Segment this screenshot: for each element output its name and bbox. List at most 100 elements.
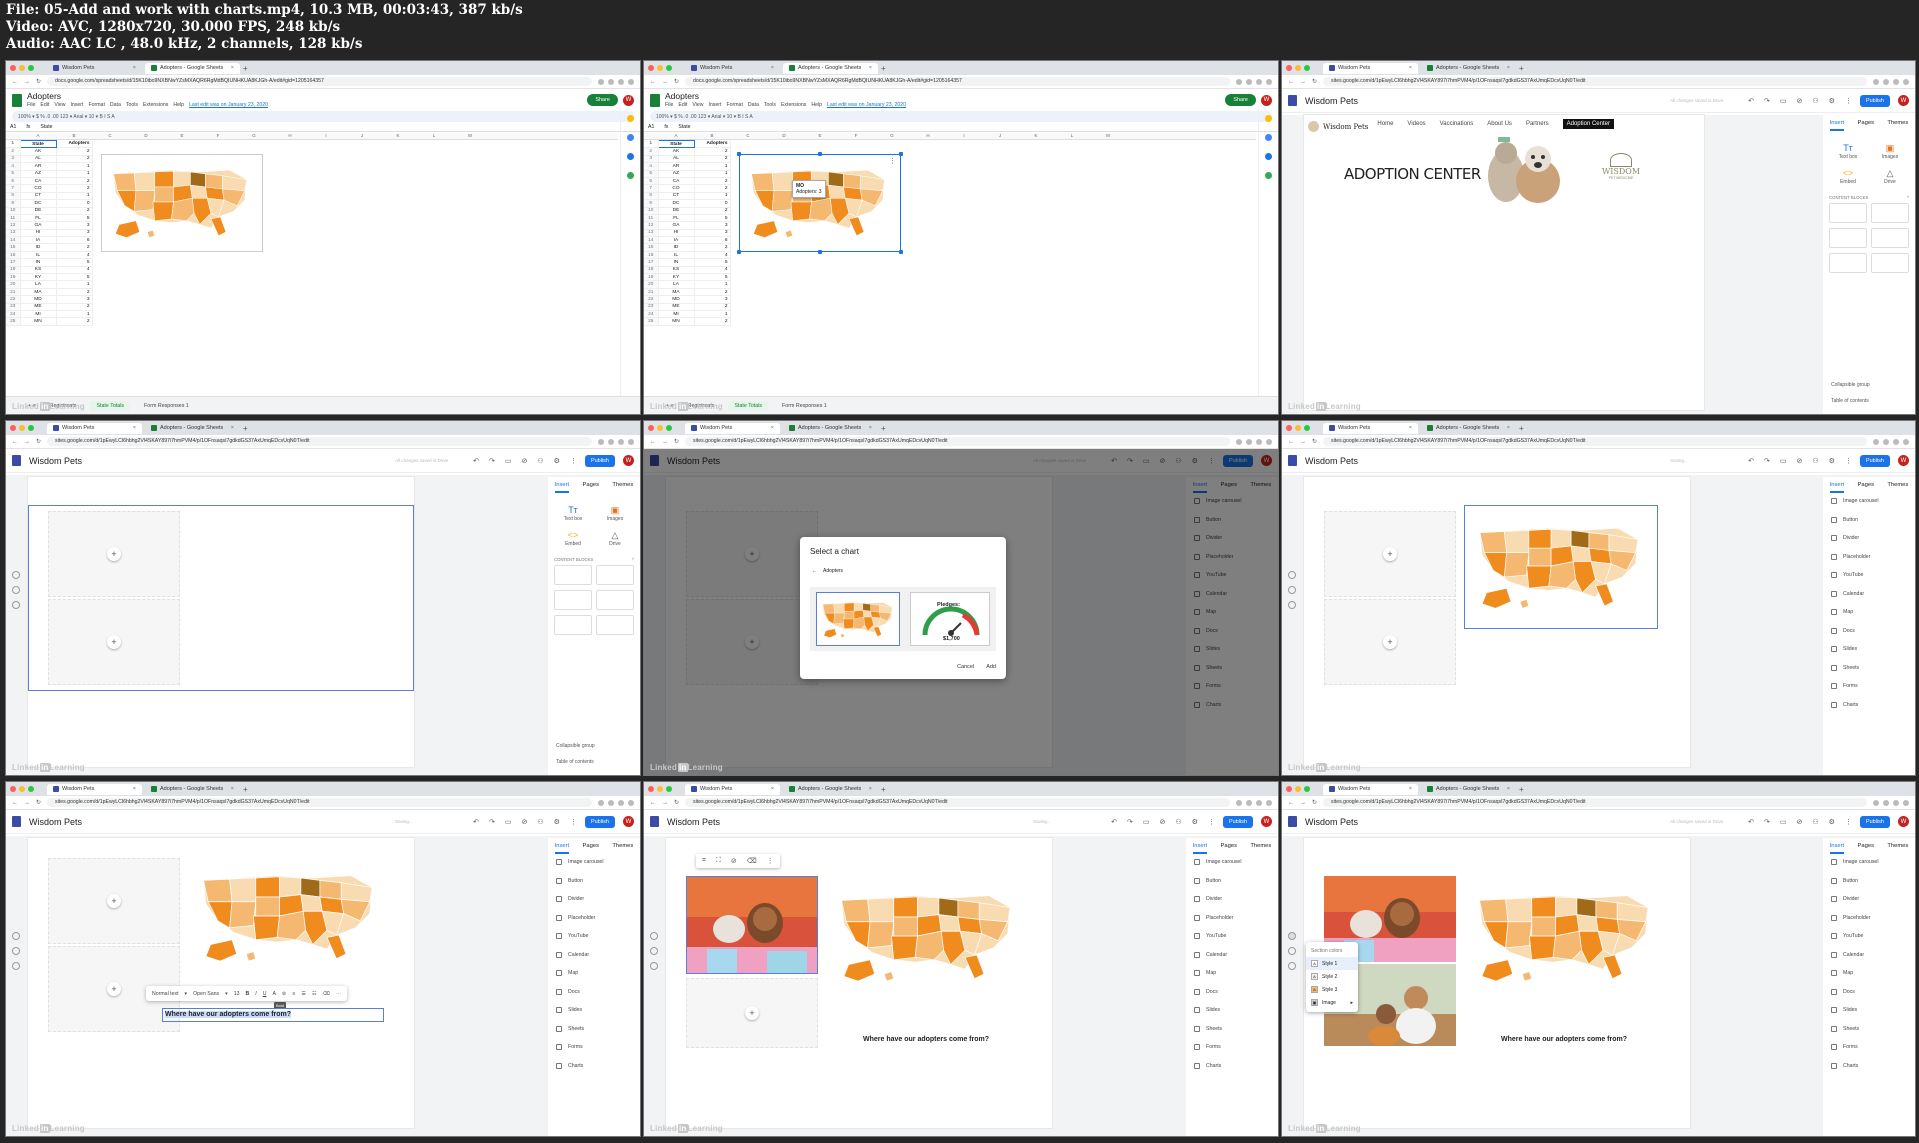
preview-icon[interactable]: ▭ <box>505 457 512 465</box>
sheets-toolbar[interactable]: 100% ▾ $ % .0 .00 123 ▾ Arial ▾ 10 ▾ B I… <box>12 111 634 122</box>
delete-section-icon[interactable] <box>1288 601 1296 609</box>
state-cell[interactable]: AL <box>20 155 57 164</box>
redo-icon[interactable]: ↷ <box>1764 97 1770 105</box>
link-icon[interactable]: ⊘ <box>522 457 528 465</box>
insert-item-docs[interactable]: Docs <box>556 988 632 995</box>
state-cell[interactable]: IA <box>20 236 57 245</box>
redo-icon[interactable]: ↷ <box>1764 818 1770 826</box>
chart-caption[interactable]: Where have our adopters come from? <box>1474 1036 1654 1043</box>
adopters-cell[interactable]: 2 <box>56 303 93 312</box>
site-name[interactable]: Wisdom Pets <box>667 817 720 827</box>
window-controls[interactable] <box>648 786 672 792</box>
window-controls[interactable] <box>648 65 672 71</box>
link-icon[interactable]: ⊘ <box>1797 818 1803 826</box>
settings-icon[interactable]: ⚙ <box>1829 818 1835 826</box>
browser-tab-site[interactable]: Wisdom Pets × <box>47 63 142 74</box>
tab-pages[interactable]: Pages <box>1858 482 1874 493</box>
publish-button[interactable]: Publish <box>1859 815 1890 828</box>
adopters-cell[interactable]: 2 <box>694 147 731 156</box>
font-select[interactable]: Open Sans <box>193 991 219 997</box>
adopters-cell[interactable]: 5 <box>694 258 731 267</box>
column-header[interactable]: H <box>910 133 946 139</box>
undo-icon[interactable]: ↶ <box>1111 818 1117 826</box>
column-header[interactable]: A <box>658 133 694 139</box>
page-canvas[interactable]: Wisdom Pets Home Videos Vaccinations About … <box>1304 115 1704 410</box>
delete-section-icon[interactable] <box>1288 962 1296 970</box>
preview-icon[interactable]: ▭ <box>1143 818 1150 826</box>
placeholder-bottom[interactable]: + <box>686 978 818 1048</box>
page-canvas[interactable]: + + <box>28 477 414 767</box>
resize-handle[interactable] <box>899 152 903 156</box>
tab-pages[interactable]: Pages <box>583 843 599 854</box>
drive-button[interactable]: △ Drive <box>1871 168 1909 185</box>
new-tab-icon[interactable]: + <box>881 64 886 73</box>
forward-icon[interactable]: → <box>24 79 30 85</box>
window-controls[interactable] <box>1286 425 1310 431</box>
insert-item-docs[interactable]: Docs <box>1831 627 1907 634</box>
header-cell-state[interactable]: State <box>657 139 695 149</box>
column-header[interactable]: A <box>20 133 56 139</box>
insert-item-divider[interactable]: Divider <box>556 896 632 902</box>
page-title[interactable]: ADOPTION CENTER <box>1344 165 1481 183</box>
chart-caption[interactable]: Where have our adopters come from? <box>836 1036 1016 1043</box>
insert-item-image-carousel[interactable]: Image carousel <box>556 859 632 865</box>
forward-icon[interactable]: → <box>1300 439 1306 445</box>
extension-icons[interactable] <box>598 78 634 85</box>
maps-icon[interactable] <box>627 172 634 179</box>
menu-file[interactable]: File <box>27 102 35 108</box>
column-header[interactable]: L <box>416 133 452 139</box>
tab-state-totals[interactable]: State Totals <box>728 400 769 411</box>
contacts-icon[interactable] <box>1265 153 1272 160</box>
state-cell[interactable]: IL <box>20 251 57 260</box>
table-of-contents-button[interactable]: Table of contents <box>556 759 595 765</box>
insert-item-docs[interactable]: Docs <box>1194 988 1270 995</box>
preview-icon[interactable]: ▭ <box>1780 97 1787 105</box>
column-header[interactable]: B <box>56 133 92 139</box>
nav-adoption-center[interactable]: Adoption Center <box>1562 119 1614 129</box>
adopters-cell[interactable]: 2 <box>694 317 731 326</box>
link-icon[interactable]: ⊘ <box>1797 457 1803 465</box>
browser-tab-sheets[interactable]: Adopters - Google Sheets × <box>145 423 240 434</box>
insert-item-image-carousel[interactable]: Image carousel <box>1831 859 1907 865</box>
adopters-cell[interactable]: 5 <box>694 273 731 282</box>
link-icon[interactable]: ⊘ <box>1160 818 1166 826</box>
insert-item-slides[interactable]: Slides <box>1831 1007 1907 1013</box>
column-header[interactable]: J <box>982 133 1018 139</box>
forward-icon[interactable]: → <box>662 800 668 806</box>
undo-icon[interactable]: ↶ <box>1748 97 1754 105</box>
browser-tab-site[interactable]: Wisdom Pets × <box>1323 783 1418 795</box>
header-cell-adopters[interactable]: Adopters <box>56 140 93 149</box>
table-of-contents-button[interactable]: Table of contents <box>1831 398 1870 404</box>
state-cell[interactable]: DE <box>20 207 57 215</box>
window-controls[interactable] <box>648 425 672 431</box>
insert-item-image-carousel[interactable]: Image carousel <box>1194 859 1270 865</box>
tab-insert[interactable]: Insert <box>1829 843 1845 854</box>
text-color-icon[interactable]: A <box>272 991 275 997</box>
embedded-geo-chart[interactable] <box>1464 874 1664 994</box>
keep-icon[interactable] <box>627 115 634 122</box>
images-button[interactable]: ▣ Images <box>1871 143 1909 160</box>
sheet-grid[interactable]: ABCDEFGHIJKLM 1 State Adopters 2 AK 2 3 AL 2 4 AR 1… <box>644 133 1256 396</box>
extension-icons[interactable] <box>1236 78 1272 85</box>
image-option[interactable]: ▣ Image ▸ <box>1306 996 1358 1009</box>
site-name[interactable]: Wisdom Pets <box>29 817 82 827</box>
url-field[interactable]: sites.google.com/d/1pEwyLCl6hbhg2Vl4SKAY… <box>685 437 1230 446</box>
back-icon[interactable]: ← <box>650 79 656 85</box>
share-icon[interactable]: ⚇ <box>537 818 543 826</box>
column-header[interactable]: D <box>766 133 802 139</box>
insert-item-map[interactable]: Map <box>1831 609 1907 615</box>
menu-format[interactable]: Format <box>726 102 742 108</box>
gauge-chart-option[interactable]: Pledges: $1,700 <box>910 592 990 646</box>
adopters-cell[interactable]: 4 <box>56 251 93 260</box>
settings-icon[interactable]: ⚙ <box>1829 97 1835 105</box>
back-icon[interactable]: ← <box>1288 79 1294 85</box>
tasks-icon[interactable] <box>1265 134 1272 141</box>
state-cell[interactable]: DC <box>658 199 695 208</box>
share-icon[interactable]: ⚇ <box>1812 818 1818 826</box>
back-icon[interactable]: ← <box>12 79 18 85</box>
insert-item-calendar[interactable]: Calendar <box>1831 951 1907 958</box>
window-controls[interactable] <box>1286 786 1310 792</box>
state-cell[interactable]: AR <box>658 162 695 171</box>
delete-icon[interactable]: ⌫ <box>747 857 757 865</box>
menu-view[interactable]: View <box>54 102 65 108</box>
